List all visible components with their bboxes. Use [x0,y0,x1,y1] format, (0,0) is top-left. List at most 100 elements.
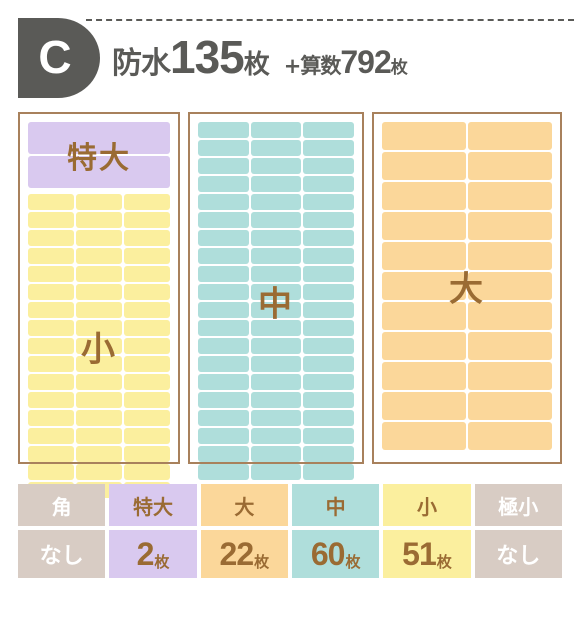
sheet-cell [76,266,122,282]
sheet-row [382,212,552,240]
sheet-cell [76,356,122,372]
sheet-row [28,464,170,480]
legend-column-角[interactable]: 角なし [18,484,106,578]
sheet-cell [303,230,355,246]
sheet-row [198,140,355,156]
sheet-cell [382,362,466,390]
sheet-cell [198,176,249,192]
sheet-group-大: 大 [382,122,552,450]
sheet-cell [303,158,355,174]
sheet-cell [198,122,249,138]
legend-value-極小: なし [474,530,562,578]
legend-column-大[interactable]: 大 22 枚 [200,484,288,578]
sheet-cell [124,464,170,480]
sheet-cell [250,320,302,336]
legend-value-大: 22 枚 [200,530,288,578]
sheet-row [28,320,170,336]
sheet-cell [198,428,249,444]
sheet-cell [28,464,74,480]
sheet-cell [382,152,466,180]
sheet-row [382,122,552,150]
sheet-row [198,266,355,282]
sheet-row [28,194,170,210]
sheet-cell [303,194,355,210]
panel-medium: 中 [188,112,364,480]
sheet-cell [76,248,122,264]
sheet-cell [76,212,122,228]
sheet-cell [28,266,74,282]
sheet-cell [28,230,74,246]
sheet-row [198,338,355,354]
sheet-cell [28,446,74,462]
sheet-cell [468,152,552,180]
sheet-row [198,158,355,174]
sheet-row [198,212,355,228]
sheet-cell [303,356,355,372]
sheet-cell [250,428,302,444]
legend-column-小[interactable]: 小 51 枚 [383,484,471,578]
sheet-cell [28,122,170,154]
sheet-row [198,410,355,426]
sheet-cell [382,182,466,210]
sheet-cell [250,122,302,138]
sheet-cell [198,446,249,462]
sheet-cell [468,332,552,360]
sheet-cell [198,266,249,282]
sheet-row [198,248,355,264]
sheet-cell [198,194,249,210]
sheet-row [198,284,355,300]
sheet-cell [124,302,170,318]
legend-column-極小[interactable]: 極小 なし [474,484,562,578]
sheet-cell [250,446,302,462]
sheet-cell [198,320,249,336]
sheet-row [382,152,552,180]
sheet-row [198,356,355,372]
math-count: 792 [340,44,391,80]
sheet-cell [76,284,122,300]
sheet-row [28,338,170,354]
sheet-cell [303,266,355,282]
sheet-cell [382,212,466,240]
sheet-group-中: 中 [198,122,355,480]
sheet-cell [250,374,302,390]
legend-value-小: 51 枚 [383,530,471,578]
sheet-cell [124,194,170,210]
sheet-row [28,428,170,444]
sheet-cell [250,212,302,228]
sheet-row [198,176,355,192]
sheet-cell [303,284,355,300]
legend-value-text: なし [496,544,541,569]
sheet-row [198,428,355,444]
panel-large-content: 大 [382,122,552,450]
legend-column-特大[interactable]: 特大 2 枚 [109,484,197,578]
sheet-group-小: 小 [28,194,170,498]
sheet-cell [124,356,170,372]
sheet-cell [303,428,355,444]
sheet-cell [250,266,302,282]
sheet-cell [124,284,170,300]
sheet-row [28,410,170,426]
sheet-cell [76,464,122,480]
sheet-cell [382,272,466,300]
sheet-cell [468,242,552,270]
sheet-row [382,182,552,210]
sheet-cell [250,176,302,192]
sheet-cell [250,410,302,426]
math-label: 算数 [300,54,341,78]
sheet-cell [124,320,170,336]
sheet-cell [250,338,302,354]
legend-value-number: 60 [310,535,346,572]
sheet-cell [250,194,302,210]
sheet-cell [124,212,170,228]
sheet-cell [303,320,355,336]
sheet-row [382,362,552,390]
sheet-row [382,392,552,420]
sheet-cell [198,392,249,408]
sheet-row [198,446,355,462]
sheet-cell [250,248,302,264]
legend-column-中[interactable]: 中 60 枚 [291,484,380,578]
grade-badge-letter: C [38,31,72,83]
grade-badge: C [18,18,100,98]
sheet-cell [303,446,355,462]
sheet-cell [468,272,552,300]
